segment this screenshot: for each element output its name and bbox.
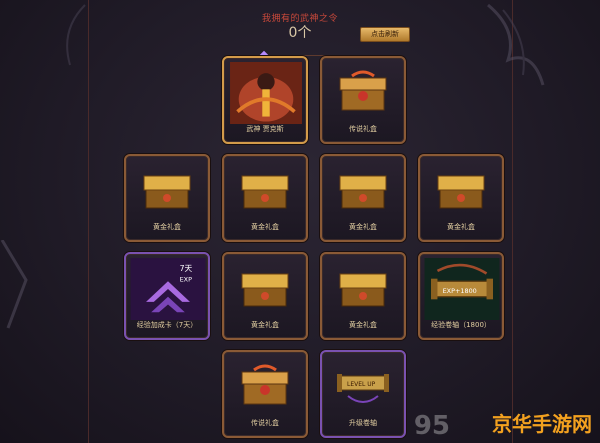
reward-card-levelup-scroll[interactable]: LEVEL UP 升级卷轴 [320, 350, 406, 438]
reward-card-gold-box[interactable]: 黄金礼盒 [320, 154, 406, 242]
reward-card-legend-box[interactable]: 传说礼盒 [320, 56, 406, 144]
refresh-button[interactable]: 点击刷新 [360, 27, 410, 42]
gold-box-icon [339, 273, 387, 307]
exp-card-badge: 7天 [180, 264, 193, 273]
tokens-count: 0个 [288, 25, 312, 41]
card-label: 武神 贾克斯 [246, 125, 284, 133]
reward-card-exp-scroll[interactable]: EXP+1800 经验卷轴（1800） [418, 252, 504, 340]
card-label: 黄金礼盒 [153, 223, 181, 231]
left-ornament-icon [0, 240, 28, 329]
card-label: 升级卷轴 [349, 419, 377, 427]
card-label: 黄金礼盒 [251, 223, 279, 231]
reward-card-exp-card[interactable]: 7天 EXP 经验加成卡（7天） [124, 252, 210, 340]
card-label: 传说礼盒 [251, 419, 279, 427]
levelup-badge: LEVEL UP [347, 381, 376, 388]
gold-box-icon [437, 175, 485, 209]
card-label: 黄金礼盒 [447, 223, 475, 231]
card-label: 黄金礼盒 [349, 321, 377, 329]
gold-box-icon [143, 175, 191, 209]
gold-box-icon [241, 273, 289, 307]
card-label: 黄金礼盒 [349, 223, 377, 231]
reward-card-hero-jax[interactable]: 武神 贾克斯 [222, 56, 308, 144]
reward-card-gold-box[interactable]: 黄金礼盒 [124, 154, 210, 242]
exp-scroll-badge: EXP+1800 [443, 287, 477, 295]
reward-card-legend-box[interactable]: 传说礼盒 [222, 350, 308, 438]
levelup-scroll-icon: LEVEL UP [337, 374, 389, 403]
reward-card-gold-box[interactable]: 黄金礼盒 [320, 252, 406, 340]
legend-box-icon [241, 364, 289, 405]
reward-card-gold-box[interactable]: 黄金礼盒 [418, 154, 504, 242]
card-label: 传说礼盒 [349, 125, 377, 133]
reward-card-gold-box[interactable]: 黄金礼盒 [222, 154, 308, 242]
card-label: 黄金礼盒 [251, 321, 279, 329]
reward-card-gold-box[interactable]: 黄金礼盒 [222, 252, 308, 340]
exp-card-tag: EXP [180, 275, 192, 283]
legend-box-icon [339, 70, 387, 111]
exp-scroll-icon: EXP+1800 [424, 258, 500, 320]
gold-box-icon [339, 175, 387, 209]
card-label: 经验卷轴（1800） [431, 321, 491, 329]
gold-box-icon [241, 175, 289, 209]
exp-boost-icon: 7天 EXP [130, 258, 206, 320]
hero-jax-portrait-icon [230, 62, 302, 124]
card-label: 经验加成卡（7天） [136, 321, 198, 329]
watermark-number: 95 [413, 411, 450, 441]
watermark-text: 京华手游网 [492, 412, 592, 436]
